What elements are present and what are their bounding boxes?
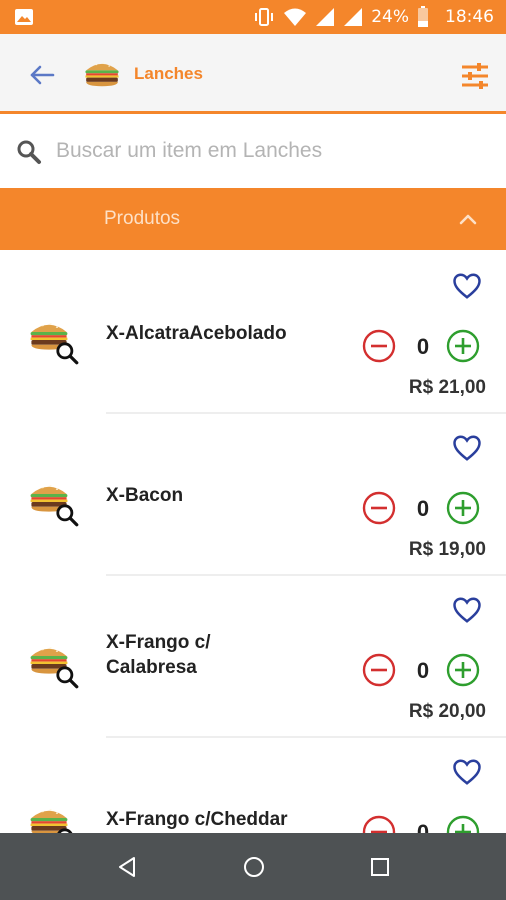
search-bar	[0, 117, 506, 187]
status-bar: 24% 18:46	[0, 0, 506, 34]
heart-icon[interactable]	[452, 272, 482, 300]
product-thumbnail[interactable]	[26, 802, 82, 833]
magnifier-icon	[54, 502, 80, 528]
nav-recents-icon[interactable]	[366, 853, 394, 881]
product-thumbnail[interactable]	[26, 640, 82, 690]
quantity-value: 0	[416, 334, 430, 359]
list-item: X-AlcatraAcebolado 0 R$ 21,00	[0, 250, 506, 414]
back-arrow-icon[interactable]	[27, 60, 57, 90]
magnifier-icon	[54, 664, 80, 690]
wifi-icon	[284, 8, 307, 26]
product-price: R$ 21,00	[408, 377, 486, 398]
section-title: Produtos	[104, 208, 181, 229]
product-name: X-Frango c/Cheddar	[106, 809, 288, 830]
list-item: X-Frango c/Cheddar 0	[0, 736, 506, 833]
filter-sliders-icon[interactable]	[460, 62, 490, 90]
plus-button[interactable]	[446, 491, 480, 525]
plus-button[interactable]	[446, 653, 480, 687]
heart-icon[interactable]	[452, 758, 482, 786]
heart-icon[interactable]	[452, 434, 482, 462]
quantity-value: 0	[416, 658, 430, 683]
burger-icon	[80, 56, 124, 92]
signal-icon	[316, 8, 335, 26]
product-thumbnail[interactable]	[26, 478, 82, 528]
plus-button[interactable]	[446, 815, 480, 833]
products-section-header[interactable]: Produtos	[0, 188, 506, 250]
list-item: X-Frango c/ Calabresa 0 R$ 20,00	[0, 574, 506, 738]
minus-button[interactable]	[362, 653, 396, 687]
product-name: X-AlcatraAcebolado	[106, 323, 287, 344]
product-list[interactable]: X-AlcatraAcebolado 0 R$ 21,00 X-Bacon 0 …	[0, 250, 506, 833]
minus-button[interactable]	[362, 329, 396, 363]
list-item: X-Bacon 0 R$ 19,00	[0, 412, 506, 576]
plus-button[interactable]	[446, 329, 480, 363]
product-thumbnail[interactable]	[26, 316, 82, 366]
status-time: 18:46	[445, 7, 494, 27]
nav-home-icon[interactable]	[240, 853, 268, 881]
quantity-value: 0	[416, 820, 430, 833]
quantity-value: 0	[416, 496, 430, 521]
product-name: X-Bacon	[106, 485, 184, 506]
battery-icon	[418, 6, 428, 27]
battery-percent: 24%	[371, 7, 409, 27]
category-title: Lanches	[134, 64, 203, 83]
product-name: X-Frango c/ Calabresa	[106, 632, 211, 678]
magnifier-icon	[54, 826, 80, 833]
minus-button[interactable]	[362, 491, 396, 525]
chevron-up-icon[interactable]	[456, 208, 480, 232]
product-price: R$ 20,00	[408, 701, 486, 722]
app-bar: Lanches	[0, 34, 506, 114]
minus-button[interactable]	[362, 815, 396, 833]
heart-icon[interactable]	[452, 596, 482, 624]
signal-icon	[344, 8, 363, 26]
magnifier-icon	[54, 340, 80, 366]
nav-back-icon[interactable]	[114, 853, 142, 881]
search-input[interactable]	[56, 133, 486, 169]
image-icon	[15, 9, 33, 25]
vibrate-icon	[255, 8, 274, 26]
system-nav-bar	[0, 833, 506, 900]
search-icon	[17, 140, 41, 164]
product-price: R$ 19,00	[408, 539, 486, 560]
